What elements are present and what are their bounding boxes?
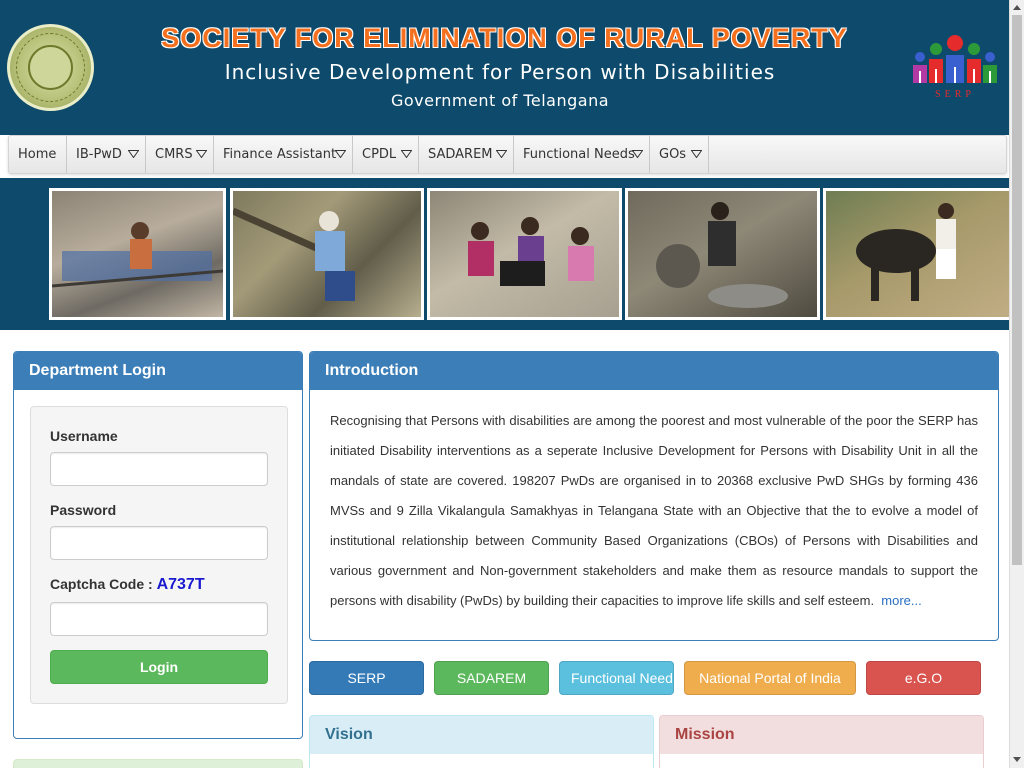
page-scrollbar[interactable] bbox=[1009, 0, 1024, 768]
login-form: Username Password Captcha Code : A737T L… bbox=[30, 406, 288, 704]
scroll-down-icon[interactable] bbox=[1013, 757, 1021, 762]
vision-panel: Vision bbox=[309, 715, 654, 768]
password-label: Password bbox=[50, 502, 117, 518]
captcha-input[interactable] bbox=[50, 602, 268, 636]
department-login-panel: Department Login Username Password Captc… bbox=[13, 351, 303, 739]
national-portal-button[interactable]: National Portal of India bbox=[684, 661, 856, 695]
government-label: Government of Telangana bbox=[390, 91, 610, 110]
dropdown-caret-icon bbox=[196, 150, 207, 158]
more-link[interactable]: more... bbox=[881, 593, 921, 608]
username-input[interactable] bbox=[50, 452, 268, 486]
gallery-photo-weaving bbox=[49, 188, 226, 320]
photo-gallery bbox=[0, 178, 1009, 330]
dropdown-caret-icon bbox=[335, 150, 346, 158]
dropdown-caret-icon bbox=[401, 150, 412, 158]
password-input[interactable] bbox=[50, 526, 268, 560]
nav-item-home[interactable]: Home bbox=[9, 136, 67, 173]
secondary-panel bbox=[13, 759, 303, 768]
site-title: SOCIETY FOR ELIMINATION OF RURAL POVERTY bbox=[161, 23, 848, 53]
mission-heading: Mission bbox=[660, 716, 983, 754]
site-subtitle: Inclusive Development for Person with Di… bbox=[224, 60, 776, 84]
site-header: SOCIETY FOR ELIMINATION OF RURAL POVERTY… bbox=[0, 0, 1009, 135]
dropdown-caret-icon bbox=[128, 150, 139, 158]
serp-logo-icon: SERP bbox=[913, 35, 997, 100]
login-button[interactable]: Login bbox=[50, 650, 268, 684]
introduction-panel: Introduction Recognising that Persons wi… bbox=[309, 351, 999, 641]
captcha-label: Captcha Code : bbox=[50, 576, 153, 592]
vision-heading: Vision bbox=[310, 716, 653, 754]
gallery-photo-livestock bbox=[823, 188, 1009, 320]
svg-text:SERP: SERP bbox=[935, 89, 975, 100]
mission-panel: Mission bbox=[659, 715, 984, 768]
sadarem-button[interactable]: SADAREM bbox=[434, 661, 549, 695]
main-navigation: Home IB-PwD CMRS Finance Assistant CPDL … bbox=[0, 135, 1009, 178]
scrollbar-thumb[interactable] bbox=[1012, 15, 1022, 565]
ego-button[interactable]: e.G.O bbox=[866, 661, 981, 695]
captcha-label-row: Captcha Code : A737T bbox=[50, 576, 205, 594]
gallery-photo-labour bbox=[230, 188, 424, 320]
login-heading: Department Login bbox=[14, 352, 302, 390]
dropdown-caret-icon bbox=[691, 150, 702, 158]
nav-item-cpdl[interactable]: CPDL bbox=[353, 136, 419, 173]
introduction-text: Recognising that Persons with disabiliti… bbox=[330, 413, 978, 608]
nav-item-cmrs[interactable]: CMRS bbox=[146, 136, 214, 173]
captcha-code: A737T bbox=[156, 576, 205, 593]
serp-button[interactable]: SERP bbox=[309, 661, 424, 695]
nav-item-functional-needs[interactable]: Functional Needs bbox=[514, 136, 650, 173]
dropdown-caret-icon bbox=[496, 150, 507, 158]
nav-item-gos[interactable]: GOs bbox=[650, 136, 709, 173]
nav-item-sadarem[interactable]: SADAREM bbox=[419, 136, 514, 173]
introduction-heading: Introduction bbox=[310, 352, 998, 390]
gallery-photo-tailoring bbox=[427, 188, 622, 320]
functional-needs-button[interactable]: Functional Needs bbox=[559, 661, 674, 695]
nav-item-ib-pwd[interactable]: IB-PwD bbox=[67, 136, 146, 173]
dropdown-caret-icon bbox=[632, 150, 643, 158]
gallery-photo-machinery bbox=[625, 188, 820, 320]
nav-item-finance-assistant[interactable]: Finance Assistant bbox=[214, 136, 353, 173]
scroll-up-icon[interactable] bbox=[1013, 5, 1021, 10]
username-label: Username bbox=[50, 428, 118, 444]
